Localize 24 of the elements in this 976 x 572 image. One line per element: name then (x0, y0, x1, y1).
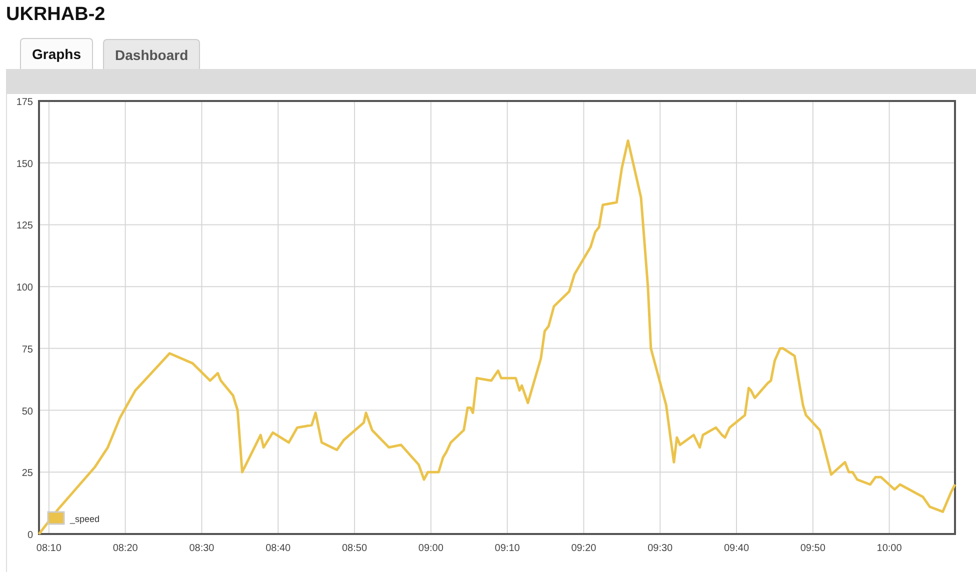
x-tick-label: 09:50 (800, 543, 826, 554)
tab[interactable]: Dashboard (103, 39, 200, 69)
y-tick-label: 175 (16, 97, 33, 108)
x-tick-label: 08:10 (36, 543, 62, 554)
y-tick-label: 100 (16, 282, 33, 294)
tab[interactable]: Graphs (20, 38, 94, 69)
page-title: UKRHAB-2 (5, 3, 106, 27)
x-tick-label: 09:40 (724, 543, 750, 554)
x-tick-label: 08:20 (112, 543, 138, 554)
y-tick-label: 50 (22, 406, 33, 418)
y-tick-label: 75 (22, 344, 33, 356)
y-tick-label: 0 (27, 530, 33, 541)
x-tick-label: 09:00 (418, 543, 444, 554)
x-tick-label: 09:20 (571, 543, 596, 554)
x-tick-label: 08:30 (189, 543, 214, 554)
legend-label: _speed (70, 514, 100, 524)
x-tick-label: 10:00 (876, 543, 902, 554)
x-tick-label: 09:30 (648, 543, 673, 554)
x-tick-label: 08:50 (342, 543, 368, 554)
y-tick-label: 150 (16, 158, 33, 170)
y-tick-label: 25 (22, 468, 33, 480)
x-tick-label: 09:10 (494, 543, 520, 554)
y-tick-label: 125 (16, 220, 33, 232)
x-tick-label: 08:40 (266, 543, 291, 554)
